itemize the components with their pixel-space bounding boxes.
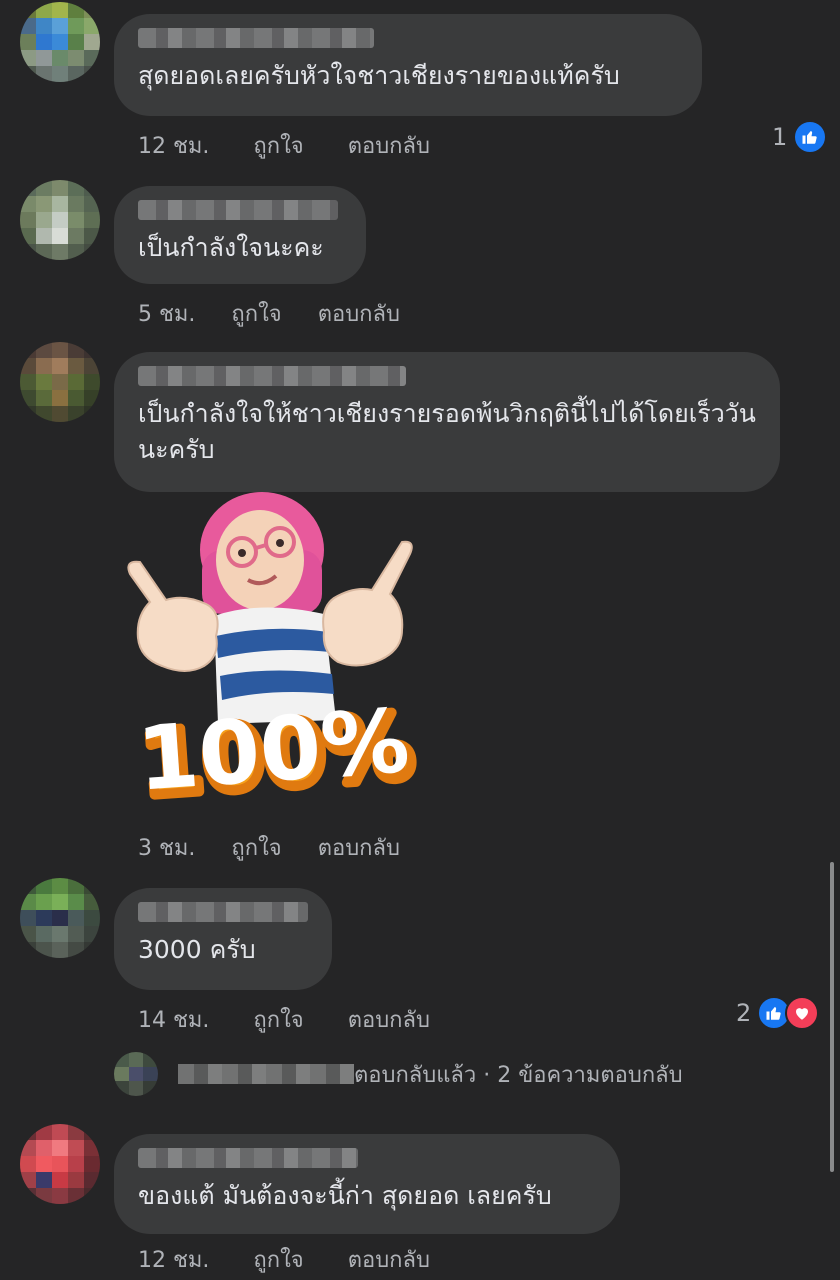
scrollbar[interactable] <box>830 862 834 1172</box>
comment-bubble: สุดยอดเลยครับหัวใจชาวเชียงรายของแท้ครับ <box>114 14 702 116</box>
comment-time[interactable]: 12 ชม. <box>138 128 209 163</box>
comment-time[interactable]: 14 ชม. <box>138 1002 209 1037</box>
comment-actions: 14 ชม. ถูกใจ ตอบกลับ <box>138 1002 430 1037</box>
avatar[interactable] <box>20 878 100 958</box>
avatar[interactable] <box>20 2 100 82</box>
replies-summary: ตอบกลับแล้ว · 2 ข้อความตอบกลับ <box>354 1062 683 1088</box>
comment-text: เป็นกำลังใจนะคะ <box>138 233 324 262</box>
comment-text: 3000 ครับ <box>138 935 256 964</box>
comment-time[interactable]: 3 ชม. <box>138 830 195 865</box>
comment-bubble: 3000 ครับ <box>114 888 332 990</box>
reaction-count: 1 <box>772 123 788 151</box>
comment-actions: 12 ชม. ถูกใจ ตอบกลับ <box>138 128 430 163</box>
comment-actions: 3 ชม. ถูกใจ ตอบกลับ <box>138 830 400 865</box>
like-button[interactable]: ถูกใจ <box>231 296 281 331</box>
reply-button[interactable]: ตอบกลับ <box>318 296 400 331</box>
like-button[interactable]: ถูกใจ <box>253 128 303 163</box>
like-icon <box>793 120 828 154</box>
reply-avatar <box>114 1052 158 1096</box>
sticker-caption-face: 100% <box>134 689 412 811</box>
comment-time[interactable]: 5 ชม. <box>138 296 195 331</box>
like-button[interactable]: ถูกใจ <box>253 1002 303 1037</box>
comment-text: ของแต้ มันต้องจะนี้ก่า สุดยอด เลยครับ <box>138 1181 552 1210</box>
reaction-count: 2 <box>736 999 752 1027</box>
comment-text: เป็นกำลังใจให้ชาวเชียงรายรอดพ้นวิกฤตินี้… <box>138 399 756 464</box>
like-button[interactable]: ถูกใจ <box>231 830 281 865</box>
comment-bubble: เป็นกำลังใจให้ชาวเชียงรายรอดพ้นวิกฤตินี้… <box>114 352 780 492</box>
avatar[interactable] <box>20 342 100 422</box>
like-button[interactable]: ถูกใจ <box>253 1242 303 1277</box>
reply-button[interactable]: ตอบกลับ <box>318 830 400 865</box>
author-name-blurred[interactable] <box>138 902 308 922</box>
comment-actions: 5 ชม. ถูกใจ ตอบกลับ <box>138 296 400 331</box>
avatar[interactable] <box>20 180 100 260</box>
reply-button[interactable]: ตอบกลับ <box>348 1002 430 1037</box>
author-name-blurred[interactable] <box>138 28 374 48</box>
comment-time[interactable]: 12 ชม. <box>138 1242 209 1277</box>
author-name-blurred[interactable] <box>138 366 406 386</box>
author-name-blurred[interactable] <box>138 200 338 220</box>
reaction-summary[interactable]: 1 <box>772 120 828 154</box>
reply-button[interactable]: ตอบกลับ <box>348 128 430 163</box>
love-icon <box>785 996 820 1030</box>
comment-actions: 12 ชม. ถูกใจ ตอบกลับ <box>138 1242 430 1277</box>
comment-bubble: ของแต้ มันต้องจะนี้ก่า สุดยอด เลยครับ <box>114 1134 620 1234</box>
thumbs-up-100-percent-sticker[interactable]: 100% 100% <box>110 490 440 821</box>
author-name-blurred[interactable] <box>138 1148 358 1168</box>
avatar[interactable] <box>20 1124 100 1204</box>
comment-bubble: เป็นกำลังใจนะคะ <box>114 186 366 284</box>
reply-author-blurred <box>178 1064 354 1084</box>
reaction-summary[interactable]: 2 <box>736 996 820 1030</box>
view-replies-link[interactable]: ตอบกลับแล้ว · 2 ข้อความตอบกลับ <box>114 1052 683 1096</box>
reply-button[interactable]: ตอบกลับ <box>348 1242 430 1277</box>
comment-text: สุดยอดเลยครับหัวใจชาวเชียงรายของแท้ครับ <box>138 61 620 90</box>
